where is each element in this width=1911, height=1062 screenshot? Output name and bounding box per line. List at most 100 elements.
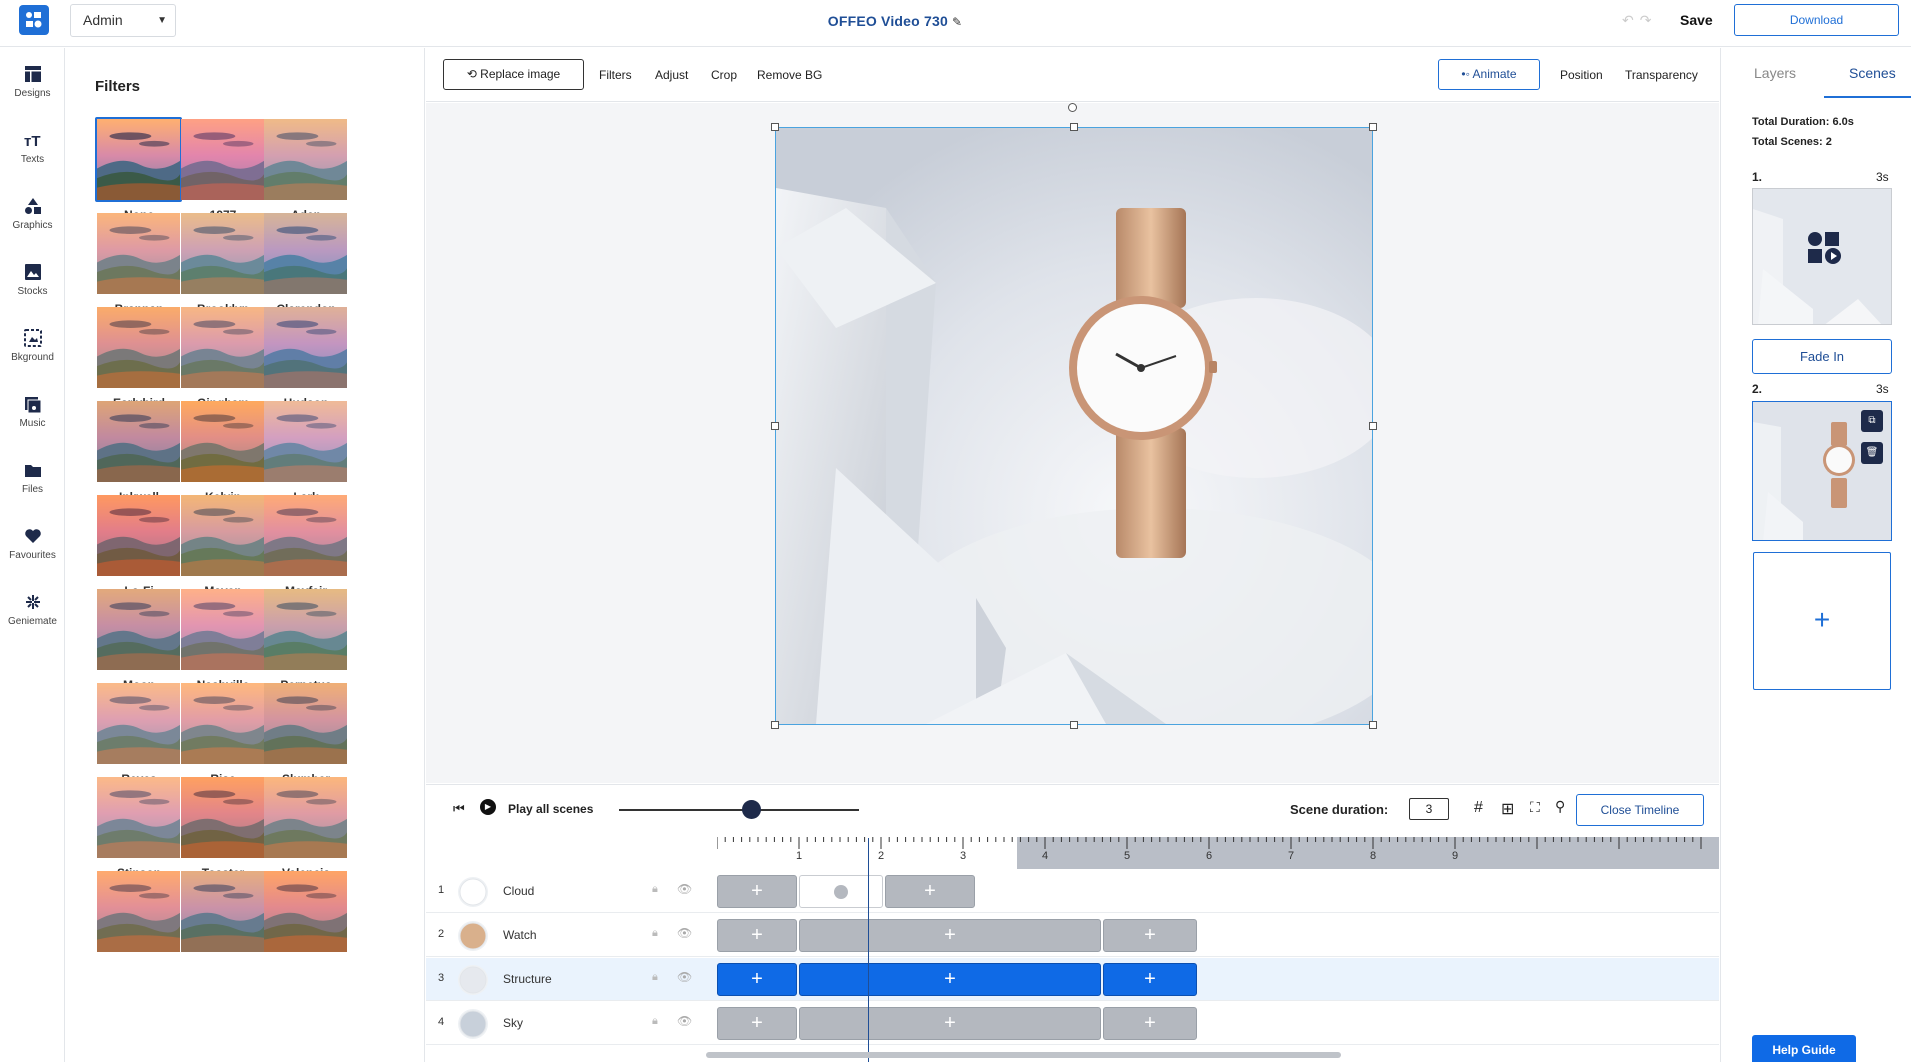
resize-handle-n[interactable]: [1070, 123, 1078, 131]
filter-option[interactable]: [262, 869, 350, 960]
rail-item-designs[interactable]: Designs: [0, 64, 65, 99]
close-timeline-button[interactable]: Close Timeline: [1576, 794, 1704, 826]
help-guide-button[interactable]: Help Guide: [1752, 1035, 1856, 1062]
play-icon[interactable]: ▶: [480, 799, 496, 815]
lock-icon[interactable]: 🔒︎: [652, 883, 658, 896]
filter-option[interactable]: Aden: [262, 117, 350, 222]
rail-item-stocks[interactable]: Stocks: [0, 262, 65, 297]
track-row[interactable]: 3 Structure 🔒︎ 👁︎ + + +: [426, 958, 1719, 1001]
rail-item-geniemate[interactable]: Geniemate: [0, 592, 65, 627]
remove-bg-tab[interactable]: Remove BG: [757, 68, 822, 82]
adjust-tab[interactable]: Adjust: [655, 68, 688, 82]
animate-button[interactable]: •◦ Animate: [1438, 59, 1540, 90]
tab-layers[interactable]: Layers: [1754, 65, 1796, 81]
filter-option[interactable]: Clarendon: [262, 211, 350, 316]
filter-option[interactable]: Mayfair: [262, 493, 350, 598]
redo-icon[interactable]: ↷: [1640, 12, 1658, 28]
download-button[interactable]: Download: [1734, 4, 1899, 36]
track-segment-out[interactable]: +: [1103, 919, 1197, 952]
crop-tab[interactable]: Crop: [711, 68, 737, 82]
rail-item-files[interactable]: Files: [0, 460, 65, 495]
track-segment-in[interactable]: +: [717, 875, 797, 908]
resize-handle-nw[interactable]: [771, 123, 779, 131]
filters-tab[interactable]: Filters: [599, 68, 632, 82]
filter-option[interactable]: Inkwell: [95, 399, 183, 504]
track-segment-in[interactable]: +: [717, 963, 797, 996]
rail-item-graphics[interactable]: Graphics: [0, 196, 65, 231]
save-button[interactable]: Save: [1680, 12, 1713, 28]
resize-handle-sw[interactable]: [771, 721, 779, 729]
fullscreen-icon[interactable]: ⛶: [1530, 799, 1540, 816]
resize-handle-e[interactable]: [1369, 422, 1377, 430]
duplicate-scene-icon[interactable]: ⧉: [1861, 410, 1883, 432]
position-tab[interactable]: Position: [1560, 68, 1603, 82]
track-row[interactable]: 2 Watch 🔒︎ 👁︎ + + +: [426, 914, 1719, 957]
eye-icon[interactable]: 👁︎: [677, 926, 692, 940]
filter-option[interactable]: Slumber: [262, 681, 350, 786]
track-segment-out[interactable]: +: [1103, 963, 1197, 996]
play-all-scenes-label[interactable]: Play all scenes: [508, 802, 593, 816]
lock-icon[interactable]: 🔒︎: [652, 1015, 658, 1028]
resize-handle-ne[interactable]: [1369, 123, 1377, 131]
add-scene-button[interactable]: +: [1753, 552, 1891, 690]
filter-option[interactable]: Gingham: [179, 305, 267, 410]
skip-back-icon[interactable]: ⏮: [453, 801, 465, 817]
rail-item-texts[interactable]: тT Texts: [0, 130, 65, 165]
zoom-search-icon[interactable]: ⚲: [1555, 798, 1565, 815]
rail-item-favourites[interactable]: Favourites: [0, 526, 65, 561]
scene-1-thumbnail[interactable]: [1752, 188, 1892, 325]
grid-icon[interactable]: #: [1474, 799, 1483, 817]
filter-option[interactable]: Brannan: [95, 211, 183, 316]
transparency-tab[interactable]: Transparency: [1625, 68, 1698, 82]
project-title[interactable]: OFFEO Video 730 ✎: [0, 13, 1790, 29]
crosshair-grid-icon[interactable]: ⊞: [1501, 799, 1514, 819]
filter-option[interactable]: Hudson: [262, 305, 350, 410]
zoom-slider-handle[interactable]: [742, 800, 761, 819]
filter-option[interactable]: 1977: [179, 117, 267, 222]
resize-handle-w[interactable]: [771, 422, 779, 430]
track-segment-main[interactable]: [799, 875, 883, 908]
delete-scene-icon[interactable]: 🗑: [1861, 442, 1883, 464]
fade-in-transition-button[interactable]: Fade In: [1752, 339, 1892, 374]
rail-item-bkground[interactable]: Bkground: [0, 328, 65, 363]
eye-icon[interactable]: 👁︎: [677, 970, 692, 984]
tab-scenes[interactable]: Scenes: [1849, 65, 1896, 81]
lock-icon[interactable]: 🔒︎: [652, 971, 658, 984]
undo-icon[interactable]: ↶: [1622, 12, 1640, 28]
filter-option[interactable]: Earlybird: [95, 305, 183, 410]
zoom-slider-track[interactable]: [619, 809, 859, 811]
filter-option[interactable]: [95, 869, 183, 960]
replace-image-button[interactable]: ⟲ Replace image: [443, 59, 584, 90]
playhead[interactable]: [868, 838, 869, 1062]
rail-item-music[interactable]: Music: [0, 394, 65, 429]
filter-option[interactable]: Perpetua: [262, 587, 350, 692]
track-row[interactable]: 1 Cloud 🔒︎ 👁︎ + +: [426, 870, 1719, 913]
track-segment-main[interactable]: +: [799, 1007, 1101, 1040]
filter-option[interactable]: Stinson: [95, 775, 183, 880]
eye-icon[interactable]: 👁︎: [677, 882, 692, 896]
track-segment-in[interactable]: +: [717, 919, 797, 952]
design-canvas[interactable]: [776, 128, 1372, 724]
filter-option[interactable]: None: [95, 117, 183, 222]
filter-option[interactable]: Lark: [262, 399, 350, 504]
track-segment-main[interactable]: +: [799, 963, 1101, 996]
rotate-handle[interactable]: [1068, 103, 1077, 112]
track-segment-out[interactable]: +: [885, 875, 975, 908]
filter-option[interactable]: Kelvin: [179, 399, 267, 504]
filter-option[interactable]: Brooklyn: [179, 211, 267, 316]
filter-option[interactable]: Rise: [179, 681, 267, 786]
lock-icon[interactable]: 🔒︎: [652, 927, 658, 940]
filter-option[interactable]: Lo-Fi: [95, 493, 183, 598]
filter-option[interactable]: Moon: [95, 587, 183, 692]
filter-option[interactable]: Toaster: [179, 775, 267, 880]
timeline-scrollbar[interactable]: [706, 1052, 1341, 1058]
filter-option[interactable]: Maven: [179, 493, 267, 598]
scene-duration-input[interactable]: 3: [1409, 798, 1449, 820]
filter-option[interactable]: Reyes: [95, 681, 183, 786]
resize-handle-s[interactable]: [1070, 721, 1078, 729]
track-segment-out[interactable]: +: [1103, 1007, 1197, 1040]
track-segment-main[interactable]: +: [799, 919, 1101, 952]
scene-2-thumbnail[interactable]: ⧉ 🗑: [1752, 401, 1892, 541]
resize-handle-se[interactable]: [1369, 721, 1377, 729]
track-segment-in[interactable]: +: [717, 1007, 797, 1040]
